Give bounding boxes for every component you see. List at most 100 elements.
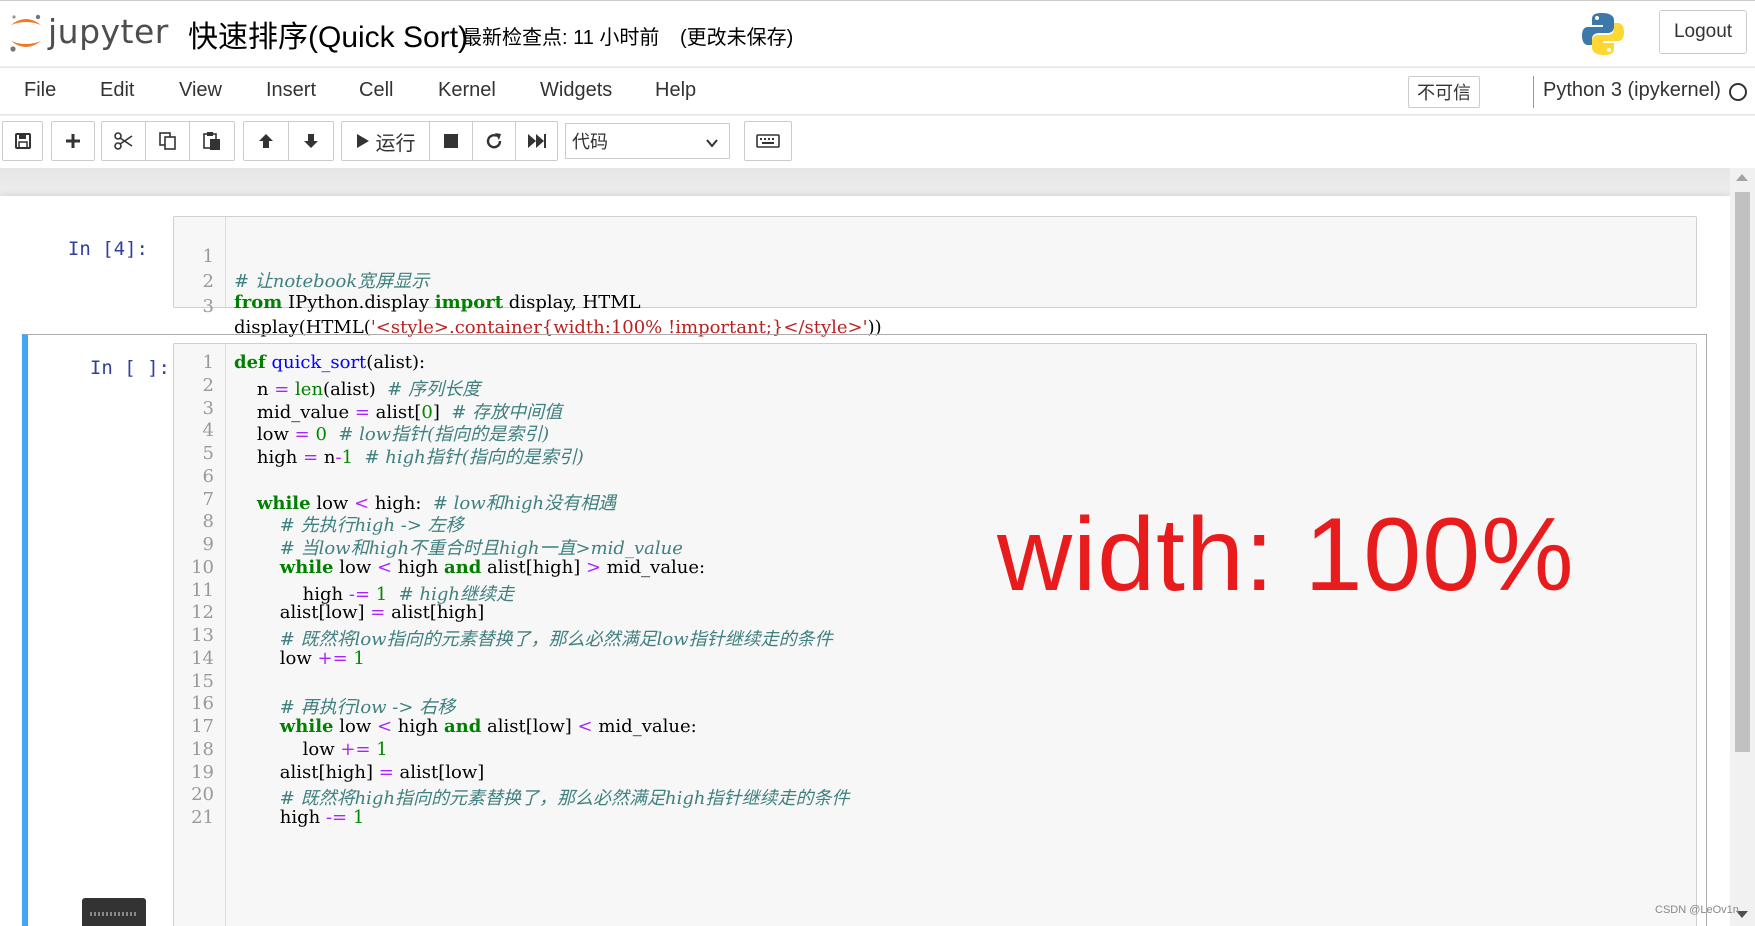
notebook-top-shadow	[0, 168, 1730, 196]
scrollbar-thumb[interactable]	[1735, 192, 1750, 752]
restart-button[interactable]	[472, 121, 516, 161]
code-line-text: while low < high and alist[low] < mid_va…	[279, 716, 697, 737]
chevron-down-icon	[705, 134, 719, 155]
line-number: 18	[191, 738, 214, 760]
move-down-button[interactable]	[288, 121, 334, 161]
line-number: 8	[202, 511, 214, 533]
line-number: 1	[202, 352, 214, 373]
menu-edit[interactable]: Edit	[100, 79, 134, 102]
code-line: 1 # 让notebook宽屏显示	[174, 225, 430, 292]
arrow-up-icon	[257, 132, 275, 150]
save-icon	[14, 132, 32, 150]
scissors-icon	[113, 132, 134, 150]
menu-view[interactable]: View	[179, 79, 222, 102]
command-palette-button[interactable]	[744, 121, 792, 161]
jupyter-logo[interactable]: jupyter	[8, 11, 169, 55]
kernel-name[interactable]: Python 3 (ipykernel)	[1543, 79, 1721, 102]
line-number: 3	[202, 296, 214, 317]
run-label: 运行	[375, 132, 416, 155]
code-line-text: low += 1	[234, 738, 388, 760]
cell-prompt: In [ ]:	[89, 357, 170, 379]
line-number: 12	[191, 602, 214, 624]
line-number: 17	[191, 716, 214, 737]
menu-widgets[interactable]: Widgets	[540, 79, 612, 102]
line-number: 16	[191, 693, 214, 715]
line-number: 13	[191, 625, 214, 646]
line-number: 4	[202, 420, 214, 442]
move-up-button[interactable]	[243, 121, 289, 161]
notebook-site[interactable]: In [4]: 1 # 让notebook宽屏显示 2 from IPython…	[0, 168, 1755, 926]
checkpoint-status: 最新检查点: 11 小时前	[462, 27, 660, 49]
code-line-text: high -= 1	[234, 807, 365, 828]
paste-button[interactable]	[189, 121, 235, 161]
cell-prompt: In [4]:	[67, 238, 148, 260]
code-line-text: def quick_sort(alist):	[234, 352, 426, 373]
header: jupyter 快速排序(Quick Sort) 最新检查点: 11 小时前 (…	[0, 0, 1755, 66]
menu-kernel[interactable]: Kernel	[438, 79, 496, 102]
menubar: File Edit View Insert Cell Kernel Widget…	[0, 67, 1755, 115]
keyboard-icon	[756, 134, 780, 148]
annotation-text: width: 100%	[997, 497, 1575, 613]
line-number: 14	[191, 647, 214, 669]
code-line-text: from IPython.display import display, HTM…	[234, 292, 641, 313]
paste-icon	[202, 131, 222, 151]
interrupt-button[interactable]	[429, 121, 473, 161]
line-number: 15	[191, 670, 214, 692]
menu-help[interactable]: Help	[655, 79, 696, 102]
thumbnail-bar	[90, 912, 138, 916]
autosave-status: (更改未保存)	[680, 27, 794, 49]
cell-type-value: 代码	[572, 132, 608, 152]
python-logo-icon	[1580, 11, 1626, 57]
kernel-separator	[1533, 76, 1534, 108]
copy-icon	[158, 131, 178, 151]
toolbar: 运行 代码	[0, 116, 1755, 168]
fast-forward-icon	[527, 133, 547, 149]
code-editor[interactable]: 1 # 让notebook宽屏显示 2 from IPython.display…	[173, 216, 1697, 338]
code-cell-1[interactable]: In [4]: 1 # 让notebook宽屏显示 2 from IPython…	[23, 216, 1708, 338]
menu-file[interactable]: File	[24, 79, 56, 102]
logout-button[interactable]: Logout	[1659, 10, 1747, 54]
watermark-text: CSDN @LeOv1n	[1655, 904, 1739, 916]
play-icon	[356, 133, 370, 149]
code-line-text: alist[low] = alist[high]	[234, 602, 485, 624]
plus-icon	[64, 132, 82, 150]
notebook-container: In [4]: 1 # 让notebook宽屏显示 2 from IPython…	[0, 196, 1730, 926]
copy-button[interactable]	[145, 121, 190, 161]
line-number: 2	[202, 374, 214, 396]
run-button[interactable]: 运行	[341, 121, 430, 161]
line-number: 10	[191, 556, 214, 578]
line-number: 5	[202, 443, 214, 464]
notebook-title[interactable]: 快速排序(Quick Sort)	[188, 12, 468, 56]
restart-run-all-button[interactable]	[515, 121, 558, 161]
taskbar-thumbnail[interactable]	[82, 898, 146, 926]
line-number: 7	[202, 488, 214, 510]
jupyter-logo-text: jupyter	[48, 11, 169, 51]
stop-icon	[444, 134, 458, 148]
menu-cell[interactable]: Cell	[359, 79, 393, 102]
code-editor[interactable]: 1 def quick_sort(alist): 2 n = len(alist) …	[173, 343, 1697, 926]
arrow-down-icon	[302, 132, 320, 150]
cell-type-select[interactable]: 代码	[565, 123, 730, 159]
restart-icon	[485, 132, 503, 150]
save-button[interactable]	[2, 121, 43, 161]
line-number: 21	[191, 807, 214, 828]
code-line-text: high = n-1 # high指针(指向的是索引)	[234, 447, 584, 468]
cut-button[interactable]	[101, 121, 146, 161]
kernel-idle-indicator-icon	[1729, 83, 1747, 101]
code-line-text: while low < high and alist[high] > mid_v…	[279, 556, 706, 578]
scroll-up-arrow-icon[interactable]	[1736, 174, 1748, 181]
line-number: 20	[191, 784, 214, 806]
line-number: 9	[202, 534, 214, 555]
vertical-scrollbar[interactable]	[1730, 168, 1755, 926]
line-number: 6	[202, 465, 214, 487]
line-number: 19	[191, 761, 214, 783]
code-line-text: low += 1	[234, 647, 365, 669]
code-cell-2[interactable]: In [ ]: 1 def quick_sort(alist): 2 n = len…	[22, 334, 1707, 926]
trust-button[interactable]: 不可信	[1408, 76, 1480, 108]
line-number: 11	[191, 579, 214, 601]
menu-insert[interactable]: Insert	[266, 79, 316, 102]
insert-cell-button[interactable]	[51, 121, 95, 161]
code-line: 2 from IPython.display import display, H…	[174, 250, 641, 313]
code-line-text: alist[high] = alist[low]	[234, 761, 485, 783]
code-line-text: # 让notebook宽屏显示	[234, 271, 430, 292]
